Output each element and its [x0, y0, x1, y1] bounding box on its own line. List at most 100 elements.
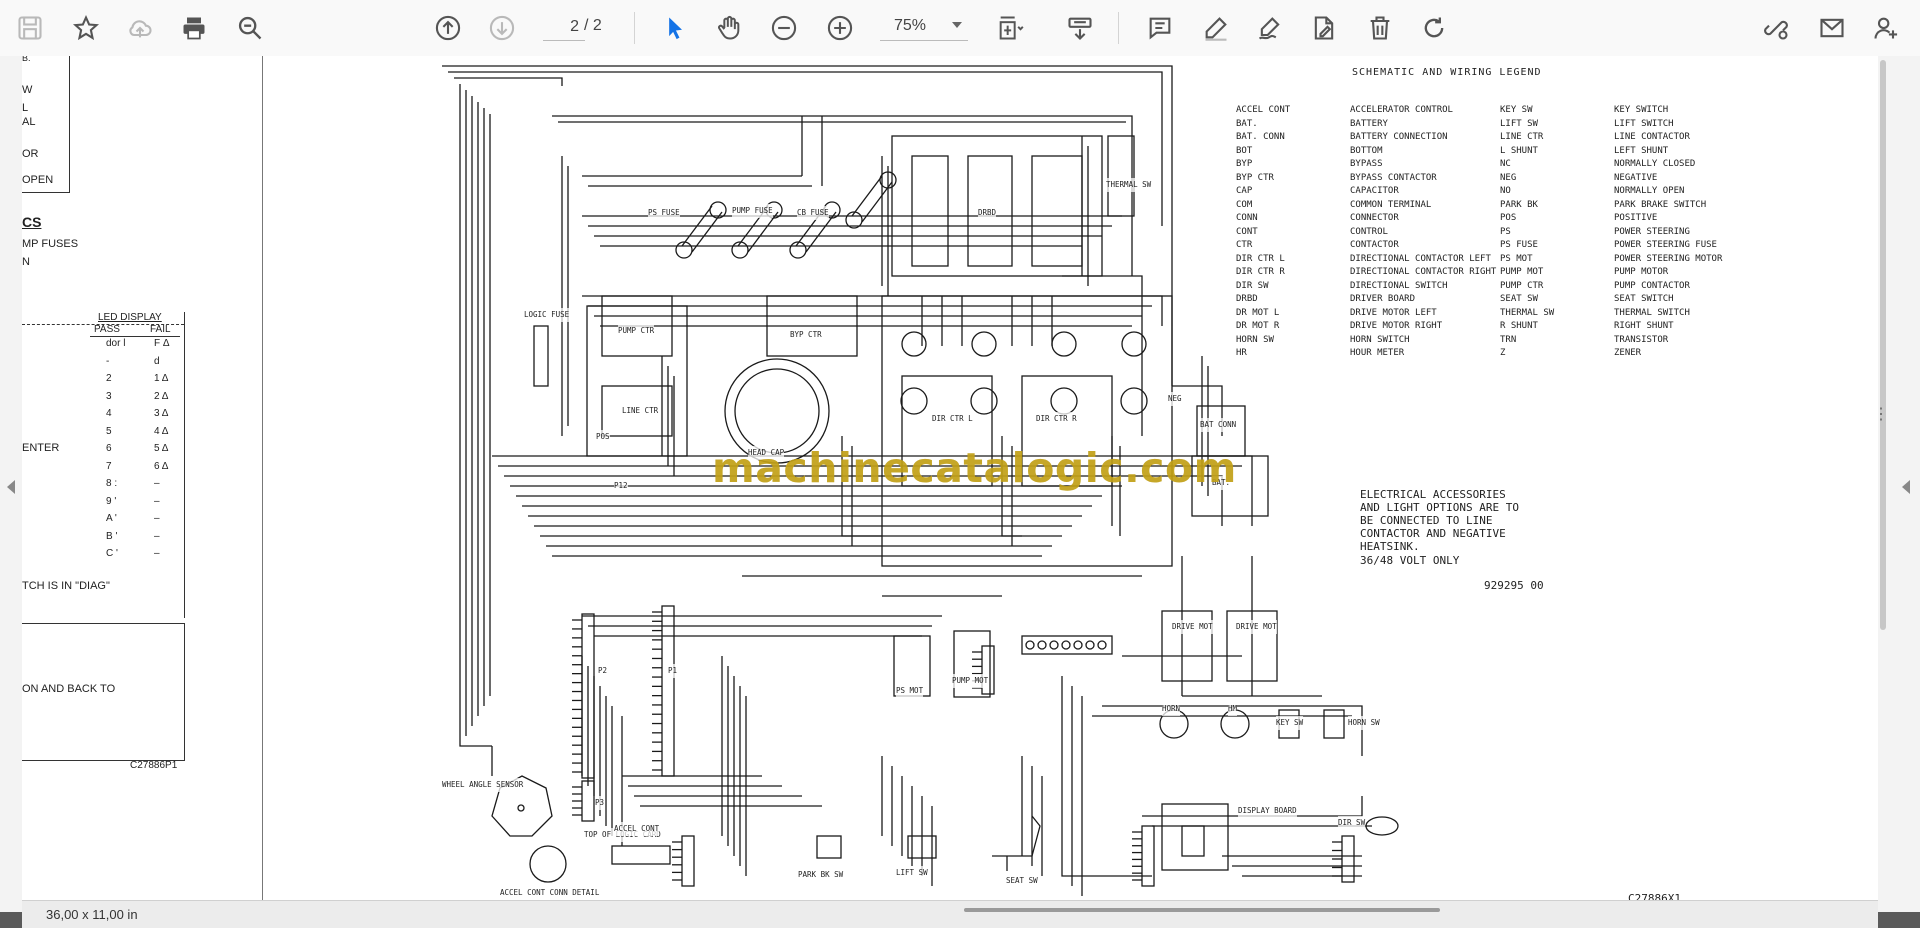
legend-desc: DRIVE MOTOR RIGHT	[1350, 321, 1443, 331]
wire	[454, 77, 563, 86]
legend-desc: ACCELERATOR CONTROL	[1350, 105, 1453, 115]
legend-desc: DRIVER BOARD	[1350, 294, 1416, 304]
legend-desc: BYPASS	[1350, 159, 1383, 169]
terminal-screw	[1073, 640, 1083, 650]
collapse-left-arrow-icon[interactable]	[7, 480, 15, 494]
legend-abbr: DIR CTR L	[1236, 253, 1285, 264]
select-cursor-icon[interactable]	[655, 8, 695, 48]
legend-desc: ZENER	[1614, 348, 1642, 358]
bookmark-star-icon[interactable]	[66, 8, 106, 48]
cloud-upload-icon[interactable]	[120, 8, 160, 48]
legend-desc: LINE CONTACTOR	[1614, 132, 1690, 142]
legend-abbr: DRBD	[1236, 294, 1258, 304]
thermal-switch	[1107, 135, 1135, 217]
label-hm: HM	[1228, 702, 1238, 716]
page-fit-icon[interactable]	[990, 8, 1030, 48]
zoom-out-icon[interactable]	[764, 8, 804, 48]
stud-terminal	[970, 387, 998, 415]
seven-segment-display	[1181, 825, 1205, 857]
driver-board	[891, 135, 1103, 277]
legend-abbr: DIR CTR R	[1236, 267, 1285, 277]
label-p12: P12	[614, 479, 628, 493]
legend-abbr: ACCEL CONT	[1236, 105, 1291, 115]
toolbar: / 2 75%	[0, 0, 1920, 57]
highlight-pen-icon[interactable]	[1196, 8, 1236, 48]
fuse-body	[851, 175, 883, 217]
share-link-icon[interactable]	[1756, 8, 1796, 48]
label-logic-fuse: LOGIC FUSE	[524, 308, 570, 322]
diode	[971, 331, 997, 357]
legend-desc: NEGATIVE	[1614, 172, 1658, 183]
legend-desc: DRIVE MOTOR LEFT	[1350, 307, 1437, 318]
label-line-ctr: LINE CTR	[622, 404, 659, 418]
legend-abbr: PS	[1500, 226, 1511, 237]
page-size-label: 36,00 x 11,00 in	[46, 907, 138, 922]
account-add-icon[interactable]	[1866, 8, 1906, 48]
legend-abbr: CONT	[1236, 226, 1258, 237]
label-display-board: DISPLAY BOARD	[1238, 804, 1297, 818]
label-drive-mot: DRIVE MOT	[1236, 620, 1277, 634]
legend-abbr: NC	[1500, 159, 1511, 169]
scroll-mode-icon[interactable]	[1060, 8, 1100, 48]
legend-desc: CONTACTOR	[1350, 240, 1399, 250]
email-icon[interactable]	[1812, 8, 1852, 48]
diode	[1051, 331, 1077, 357]
zoom-level-value: 75%	[894, 17, 927, 34]
accessory-note: ELECTRICAL ACCESSORIES AND LIGHT OPTIONS…	[1360, 488, 1519, 553]
zoom-search-icon[interactable]	[230, 8, 270, 48]
label-horn: HORN	[1162, 702, 1181, 716]
legend-abbr: CAP	[1236, 186, 1253, 196]
label-accel-conn-detail: ACCEL CONT CONN DETAIL	[500, 886, 600, 900]
label-pos: POS	[596, 430, 610, 444]
legend-abbr: COM	[1236, 199, 1253, 210]
legend-desc: NORMALLY CLOSED	[1614, 159, 1696, 169]
zoom-in-icon[interactable]	[820, 8, 860, 48]
sensor-center	[517, 804, 525, 812]
park-brake-switch	[816, 835, 842, 859]
next-page-icon[interactable]	[482, 8, 522, 48]
horn-switch	[1323, 709, 1345, 739]
legend-desc: BATTERY	[1350, 118, 1388, 129]
expand-right-panel-icon[interactable]	[1902, 480, 1910, 494]
legend-abbr: SEAT SW	[1500, 294, 1538, 304]
legend-abbr: BYP CTR	[1236, 172, 1274, 183]
legend-abbr: PUMP MOT	[1500, 267, 1544, 277]
page-total-label: / 2	[584, 17, 602, 34]
label-p1: P1	[668, 664, 678, 678]
vertical-scrollbar[interactable]	[1880, 60, 1886, 630]
zoom-level-select[interactable]: 75%	[880, 14, 968, 41]
print-icon[interactable]	[174, 8, 214, 48]
legend-abbr: BOT	[1236, 145, 1253, 156]
horizontal-scrollbar[interactable]	[964, 908, 1440, 912]
legend-desc: BOTTOM	[1350, 145, 1383, 156]
hand-pan-icon[interactable]	[709, 8, 749, 48]
legend-abbr: POS	[1500, 213, 1517, 223]
page-number-input[interactable]	[543, 14, 585, 41]
terminal-screw	[1037, 640, 1047, 650]
label-p3: P3	[595, 796, 605, 810]
seat-switch	[992, 815, 1041, 871]
legend-abbr: CTR	[1236, 240, 1253, 250]
legend-abbr: PS FUSE	[1500, 240, 1538, 250]
delete-trash-icon[interactable]	[1360, 8, 1400, 48]
legend-desc: POWER STEERING FUSE	[1614, 240, 1717, 250]
save-icon[interactable]	[10, 8, 50, 48]
legend-desc: TRANSISTOR	[1614, 334, 1669, 345]
legend-abbr: PARK BK	[1500, 199, 1538, 210]
label-ps-fuse: PS FUSE	[648, 206, 680, 220]
wire	[552, 115, 1133, 276]
comment-icon[interactable]	[1140, 8, 1180, 48]
legend-abbr: PUMP CTR	[1500, 280, 1544, 291]
draw-freehand-icon[interactable]	[1250, 8, 1290, 48]
redo-rotate-icon[interactable]	[1414, 8, 1454, 48]
watermark-text: machinecatalogic.com	[712, 444, 1237, 492]
label-dir-ctr-l: DIR CTR L	[932, 412, 973, 426]
fill-sign-icon[interactable]	[1304, 8, 1344, 48]
drawing-number: C27886X1	[1628, 892, 1681, 900]
previous-page-icon[interactable]	[428, 8, 468, 48]
legend-desc: LIFT SWITCH	[1614, 118, 1674, 129]
terminal-screw	[1085, 640, 1095, 650]
legend-abbr: BAT. CONN	[1236, 132, 1285, 142]
wire	[448, 71, 1163, 226]
legend-abbr: R SHUNT	[1500, 321, 1538, 331]
